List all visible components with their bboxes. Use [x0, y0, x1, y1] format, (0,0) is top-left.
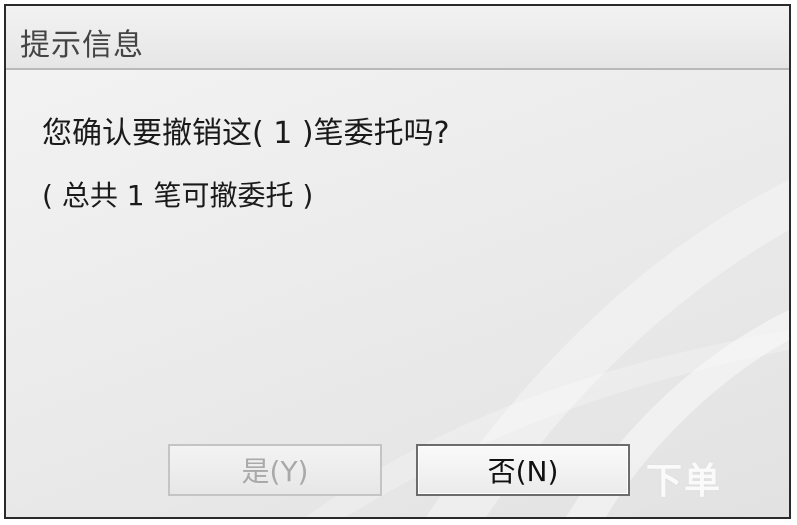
confirm-message: 您确认要撤销这( 1 )笔委托吗? — [42, 116, 450, 151]
dialog-title: 提示信息 — [20, 28, 144, 63]
watermark-text: 下单 — [646, 461, 723, 502]
order-count-message: ( 总共 1 笔可撤委托 ) — [42, 179, 314, 212]
no-button[interactable]: 否(N) — [416, 444, 630, 496]
dialog-titlebar[interactable]: 提示信息 — [6, 6, 789, 70]
confirm-dialog: 提示信息 您确认要撤销这( 1 )笔委托吗? ( 总共 1 笔可撤委托 ) 是(… — [4, 4, 791, 519]
dialog-body: 您确认要撤销这( 1 )笔委托吗? ( 总共 1 笔可撤委托 ) 是(Y) 否(… — [6, 70, 789, 517]
yes-button[interactable]: 是(Y) — [168, 444, 382, 496]
